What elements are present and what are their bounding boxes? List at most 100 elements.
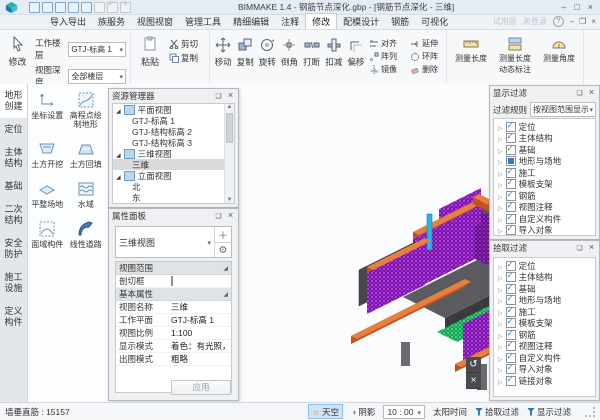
pick-filter-titlebar[interactable]: 拾取过滤	[490, 241, 599, 254]
checkbox[interactable]	[506, 214, 516, 224]
resource-panel-titlebar[interactable]: 资源管理器	[109, 89, 238, 102]
help-icon[interactable]: ?	[553, 16, 564, 27]
filter-item[interactable]: 基础	[494, 144, 595, 156]
tree-item-selected[interactable]: 三维	[113, 159, 234, 170]
display-filter-toggle[interactable]: 显示过滤	[527, 406, 571, 418]
float-panel-icon[interactable]	[575, 243, 584, 252]
checkbox[interactable]	[506, 284, 516, 294]
expander-icon[interactable]	[116, 149, 121, 159]
sun-time-select[interactable]: 10 : 00	[383, 405, 425, 419]
expander-icon[interactable]	[498, 341, 503, 351]
filter-item[interactable]: 地形与场地	[494, 295, 595, 307]
chamfer-button[interactable]: 倒角	[280, 32, 298, 68]
checkbox[interactable]	[506, 353, 516, 363]
sidebar-item-safety[interactable]: 安全防护	[0, 232, 27, 266]
type-select[interactable]: 三维视图	[116, 227, 214, 257]
filter-item[interactable]: 地形与场地	[494, 156, 595, 168]
filter-item[interactable]: 定位	[494, 121, 595, 133]
measure-angle-button[interactable]: 测量角度	[539, 32, 579, 65]
tree-group-3d-views[interactable]: 三维视图	[113, 148, 234, 159]
tree-item[interactable]: GTJ-结构标高 3	[113, 137, 234, 148]
tree-item[interactable]: GTJ-标高 1	[113, 115, 234, 126]
sidebar-item-terrain[interactable]: 地形创建	[0, 84, 27, 118]
tab-visualization[interactable]: 可视化	[415, 14, 454, 29]
properties-panel-titlebar[interactable]: 属性面板	[109, 209, 238, 222]
close-panel-icon[interactable]	[226, 91, 235, 100]
checkbox[interactable]	[506, 341, 516, 351]
float-panel-icon[interactable]	[575, 88, 584, 97]
tab-fine-edit[interactable]: 精细编辑	[227, 14, 275, 29]
align-button[interactable]: 对齐	[369, 38, 401, 49]
checkbox[interactable]	[506, 318, 516, 328]
expander-icon[interactable]	[498, 156, 503, 166]
expander-icon[interactable]	[498, 214, 503, 224]
expander-icon[interactable]	[498, 179, 503, 189]
checkbox[interactable]	[506, 145, 516, 155]
tool-elevation-terrain[interactable]: 高程点绘制地形	[67, 92, 106, 129]
copy-tool-button[interactable]: 复制	[236, 32, 254, 68]
checkbox[interactable]	[506, 261, 516, 271]
shadow-toggle[interactable]: 阴影	[351, 406, 375, 418]
checkbox[interactable]	[506, 179, 516, 189]
tab-family-service[interactable]: 族服务	[92, 14, 131, 29]
expander-icon[interactable]	[498, 284, 503, 294]
copy-button[interactable]: 复制	[169, 52, 198, 64]
section-basic-properties[interactable]: 基本属性	[116, 288, 231, 301]
apply-button[interactable]: 应用	[171, 380, 231, 395]
close-panel-icon[interactable]	[226, 211, 235, 220]
tree-item[interactable]: 东	[113, 192, 234, 203]
filter-item[interactable]: 模板支架	[494, 318, 595, 330]
checkbox[interactable]	[506, 364, 516, 374]
tool-water-area[interactable]: 水域	[67, 181, 106, 209]
resize-grip[interactable]	[585, 407, 595, 417]
float-panel-icon[interactable]	[214, 211, 223, 220]
delete-button[interactable]: 删除	[410, 64, 442, 75]
filter-item[interactable]: 基础	[494, 283, 595, 295]
checkbox[interactable]	[506, 168, 516, 178]
doc-restore-icon[interactable]: ❐	[579, 17, 586, 26]
expander-icon[interactable]	[498, 191, 503, 201]
expander-icon[interactable]	[116, 105, 121, 115]
filter-item[interactable]: 施工	[494, 167, 595, 179]
expander-icon[interactable]	[116, 171, 121, 181]
filter-item[interactable]: 钢筋	[494, 190, 595, 202]
add-type-button[interactable]: ＋	[215, 227, 231, 242]
cut-button[interactable]: 剪切	[169, 38, 198, 50]
deduct-button[interactable]: 扣减	[325, 32, 343, 68]
expander-icon[interactable]	[498, 307, 503, 317]
section-view-range[interactable]: 视图范围	[116, 262, 231, 275]
tab-import-export[interactable]: 导入导出	[44, 14, 92, 29]
tab-rebar[interactable]: 钢筋	[385, 14, 415, 29]
tool-excavation[interactable]: 土方开挖	[28, 141, 67, 169]
close-icon[interactable]: ×	[588, 1, 593, 13]
sidebar-item-define-component[interactable]: 定义构件	[0, 300, 27, 334]
tab-modify[interactable]: 修改	[305, 13, 337, 29]
display-filter-titlebar[interactable]: 显示过滤	[490, 86, 599, 99]
tab-annotate[interactable]: 注释	[275, 14, 305, 29]
tree-item[interactable]: 北	[113, 181, 234, 192]
array-button[interactable]: 阵列	[369, 51, 401, 62]
tool-backfill[interactable]: 土方回填	[67, 141, 106, 169]
scroll-up-icon[interactable]: ▲	[225, 104, 234, 110]
expander-icon[interactable]	[498, 272, 503, 282]
checkbox[interactable]	[506, 330, 516, 340]
filter-item[interactable]: 施工	[494, 306, 595, 318]
sidebar-item-construction-facilities[interactable]: 施工设施	[0, 266, 27, 300]
tree-item[interactable]: GTJ-结构标高 2	[113, 126, 234, 137]
sidebar-item-main-structure[interactable]: 主体结构	[0, 141, 27, 175]
tool-linear-road[interactable]: 线性道路	[67, 221, 106, 249]
checkbox[interactable]	[506, 295, 516, 305]
filter-item[interactable]: 视图注释	[494, 341, 595, 353]
close-panel-icon[interactable]	[587, 88, 596, 97]
expander-icon[interactable]	[498, 202, 503, 212]
rotate-button[interactable]: 旋转	[258, 32, 276, 68]
tree-group-plan-views[interactable]: 平面视图	[113, 104, 234, 115]
doc-close-icon[interactable]: ×	[591, 17, 596, 26]
orbit-icon[interactable]: ↺	[466, 357, 481, 373]
measure-length-dynamic-button[interactable]: 测量长度 动态标注	[495, 32, 535, 74]
filter-item[interactable]: 自定义构件	[494, 352, 595, 364]
print-icon[interactable]	[94, 2, 105, 13]
expander-icon[interactable]	[498, 133, 503, 143]
expander-icon[interactable]	[498, 376, 503, 386]
close-panel-icon[interactable]	[587, 243, 596, 252]
